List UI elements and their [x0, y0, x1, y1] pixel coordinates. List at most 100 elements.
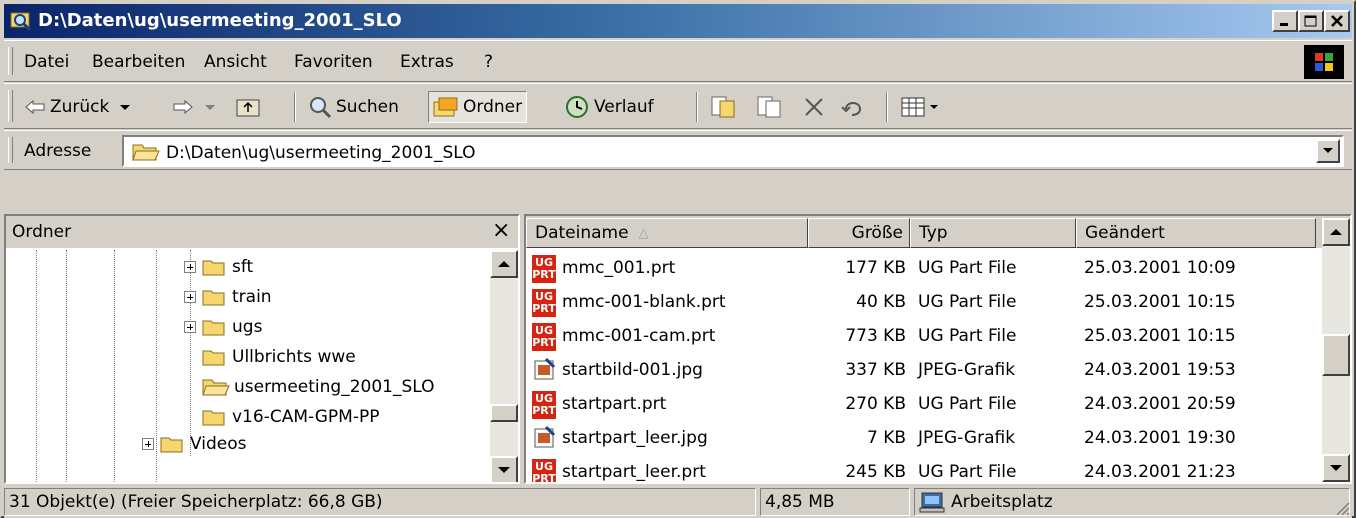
- address-grip[interactable]: [8, 137, 13, 163]
- move-to-button[interactable]: [710, 92, 738, 122]
- history-icon: [566, 96, 588, 118]
- ug-part-icon: UG PRT: [532, 289, 556, 317]
- tree-item-ullbrichts-wwe[interactable]: Ullbrichts wwe: [202, 342, 356, 372]
- tree-guide-line: [114, 250, 116, 482]
- tree-item-v16-cam-gpm-pp[interactable]: v16-CAM-GPM-PP: [202, 402, 379, 432]
- computer-icon: [919, 492, 945, 513]
- address-label: Adresse: [24, 141, 92, 161]
- folder-pane: Ordner × sft train ugs Ullbrichts wwe us…: [4, 214, 520, 484]
- history-button[interactable]: Verlauf: [564, 92, 654, 122]
- expand-icon[interactable]: [184, 321, 196, 333]
- views-icon: [901, 97, 925, 117]
- file-row[interactable]: startpart_leer.jpg 7 KB JPEG-Grafik 24.03.2…: [526, 422, 1326, 456]
- scroll-down-button[interactable]: [1322, 454, 1350, 482]
- resize-grip-icon[interactable]: [1332, 498, 1350, 516]
- menu-favoriten[interactable]: Favoriten: [294, 52, 373, 72]
- scroll-up-icon: [1330, 229, 1342, 235]
- folder-pane-title: Ordner: [12, 222, 72, 242]
- sort-ascending-icon: △: [638, 225, 649, 241]
- delete-icon: [805, 98, 823, 116]
- file-size: 337 KB: [845, 360, 906, 380]
- folder-pane-scrollbar[interactable]: [490, 250, 518, 482]
- file-list-pane: Dateiname △ Größe Typ Geändert UG PRT mmc_…: [524, 214, 1352, 484]
- file-modified: 24.03.2001 19:30: [1084, 428, 1236, 448]
- file-row[interactable]: UG PRT mmc-001-blank.prt 40 KB UG Part File 2…: [526, 286, 1326, 320]
- file-type: UG Part File: [918, 462, 1017, 482]
- status-bar: 31 Objekt(e) (Freier Speicherplatz: 66,8…: [4, 486, 1352, 518]
- copy-to-button[interactable]: [756, 92, 784, 122]
- up-folder-button[interactable]: [236, 92, 262, 122]
- scroll-thumb[interactable]: [1322, 334, 1350, 376]
- file-type: JPEG-Grafik: [918, 428, 1016, 448]
- chevron-down-icon: [205, 105, 215, 110]
- status-objects: 31 Objekt(e) (Freier Speicherplatz: 66,8…: [4, 488, 756, 516]
- file-type: UG Part File: [918, 394, 1017, 414]
- title-bar[interactable]: D:\Daten\ug\usermeeting_2001_SLO: [4, 4, 1352, 38]
- undo-button[interactable]: [840, 92, 866, 122]
- back-button[interactable]: Zurück: [24, 92, 133, 122]
- minimize-button[interactable]: [1272, 10, 1298, 32]
- window-title: D:\Daten\ug\usermeeting_2001_SLO: [38, 10, 402, 31]
- search-icon: [310, 97, 332, 119]
- views-button[interactable]: [900, 92, 940, 122]
- close-button[interactable]: [1324, 10, 1350, 32]
- menu-help[interactable]: ?: [484, 52, 493, 72]
- folder-pane-close-button[interactable]: ×: [492, 218, 510, 243]
- scroll-thumb[interactable]: [490, 404, 518, 422]
- menu-bearbeiten[interactable]: Bearbeiten: [92, 52, 185, 72]
- ug-part-icon: UG PRT: [532, 255, 556, 283]
- forward-button[interactable]: [172, 92, 218, 122]
- file-row[interactable]: UG PRT startpart.prt 270 KB UG Part File 24.0…: [526, 388, 1326, 422]
- file-modified: 24.03.2001 20:59: [1084, 394, 1236, 414]
- menu-grip[interactable]: [8, 47, 13, 75]
- menu-extras[interactable]: Extras: [400, 52, 454, 72]
- expand-icon[interactable]: [142, 438, 154, 450]
- column-header-size[interactable]: Größe: [808, 218, 910, 248]
- file-row[interactable]: UG PRT mmc-001-cam.prt 773 KB UG Part File 25…: [526, 320, 1326, 354]
- file-modified: 24.03.2001 21:23: [1084, 462, 1236, 482]
- file-size: 177 KB: [845, 258, 906, 278]
- file-row[interactable]: UG PRT mmc_001.prt 177 KB UG Part File 25.03.…: [526, 252, 1326, 286]
- folder-icon: [202, 320, 225, 336]
- toolbar: Zurück Suchen Ordner Verlauf: [4, 83, 1352, 129]
- file-name: mmc-001-blank.prt: [562, 292, 726, 312]
- file-modified: 25.03.2001 10:09: [1084, 258, 1236, 278]
- expand-icon[interactable]: [184, 261, 196, 273]
- tree-item-ugs[interactable]: ugs: [184, 312, 262, 342]
- tree-item-videos[interactable]: Videos: [142, 432, 247, 456]
- tree-item-usermeeting-2001-slo[interactable]: usermeeting_2001_SLO: [202, 372, 435, 402]
- file-size: 40 KB: [856, 292, 906, 312]
- back-arrow-icon: [25, 99, 45, 115]
- menu-datei[interactable]: Datei: [24, 52, 69, 72]
- address-dropdown-button[interactable]: [1316, 139, 1340, 163]
- tree-item-train[interactable]: train: [184, 282, 272, 312]
- scroll-down-icon: [498, 467, 510, 473]
- address-input[interactable]: D:\Daten\ug\usermeeting_2001_SLO: [122, 135, 1344, 167]
- file-name: mmc-001-cam.prt: [562, 326, 716, 346]
- tree-item-sft[interactable]: sft: [184, 252, 253, 282]
- menu-bar: Datei Bearbeiten Ansicht Favoriten Extra…: [4, 40, 1352, 82]
- expand-icon[interactable]: [184, 291, 196, 303]
- ug-part-icon: UG PRT: [532, 323, 556, 351]
- column-header-name[interactable]: Dateiname △: [526, 218, 808, 248]
- maximize-icon: [1304, 15, 1317, 27]
- maximize-button[interactable]: [1298, 10, 1324, 32]
- scroll-up-button[interactable]: [490, 250, 518, 278]
- file-name: startbild-001.jpg: [562, 360, 703, 380]
- file-row[interactable]: UG PRT startpart_leer.prt 245 KB UG Part Fil…: [526, 456, 1326, 482]
- menu-ansicht[interactable]: Ansicht: [204, 52, 267, 72]
- forward-arrow-icon: [173, 99, 193, 115]
- scroll-up-button[interactable]: [1322, 218, 1350, 246]
- file-modified: 25.03.2001 10:15: [1084, 292, 1236, 312]
- search-button[interactable]: Suchen: [308, 92, 399, 122]
- scroll-down-button[interactable]: [490, 456, 518, 482]
- delete-button[interactable]: [802, 92, 826, 122]
- column-header-modified[interactable]: Geändert: [1076, 218, 1316, 248]
- toolbar-grip[interactable]: [8, 90, 13, 122]
- file-size: 245 KB: [845, 462, 906, 482]
- folder-search-icon: [10, 12, 32, 31]
- file-list-scrollbar[interactable]: [1322, 218, 1350, 482]
- column-header-type[interactable]: Typ: [910, 218, 1076, 248]
- folders-button[interactable]: Ordner: [428, 91, 528, 123]
- file-row[interactable]: startbild-001.jpg 337 KB JPEG-Grafik 24.03.…: [526, 354, 1326, 388]
